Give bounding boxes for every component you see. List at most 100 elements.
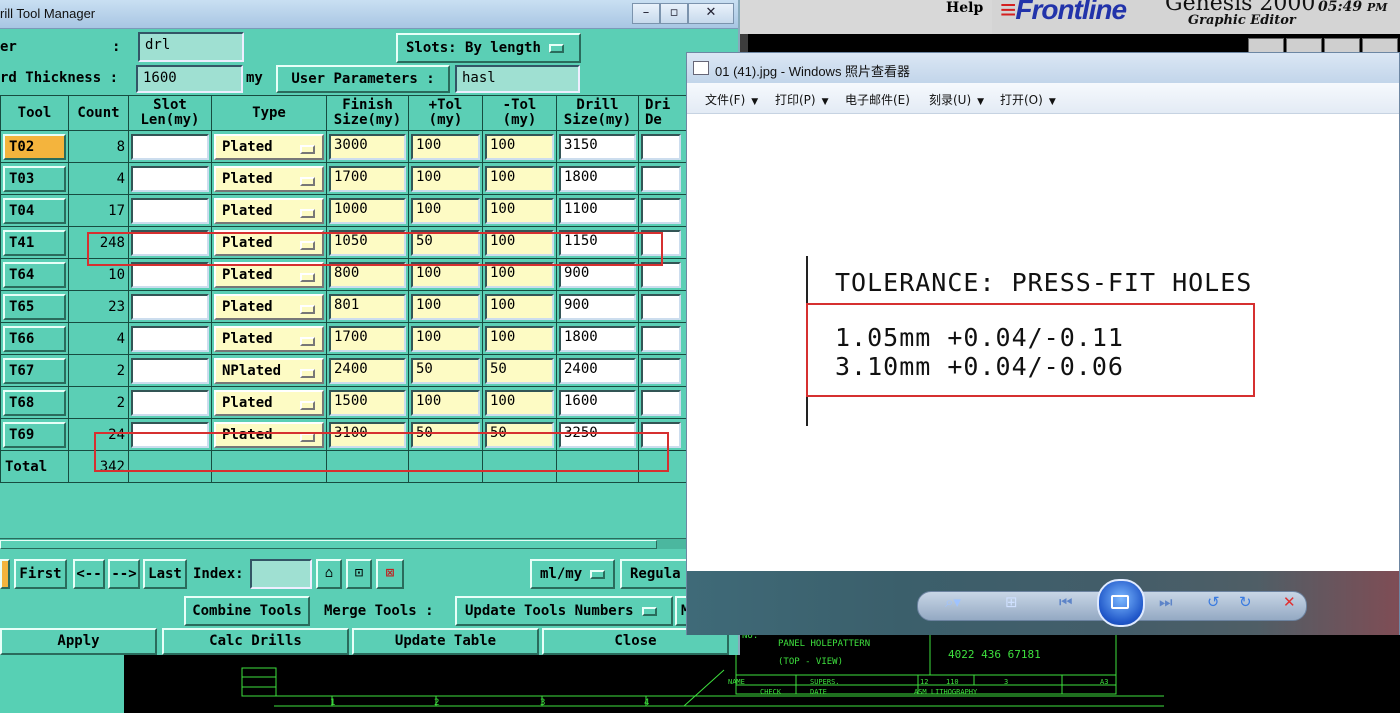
finish-size-input[interactable]: 1000 [329, 197, 406, 224]
slot-len-input[interactable] [131, 165, 209, 192]
slots-option[interactable]: Slots: By length [396, 33, 581, 63]
minimize-icon[interactable]: – [632, 3, 660, 24]
maximize-icon[interactable]: ▫ [660, 3, 688, 24]
minus-tol-input[interactable]: 50 [485, 421, 554, 448]
slot-len-input[interactable] [131, 421, 209, 448]
prev-button[interactable]: <-- [73, 559, 105, 589]
menu-print[interactable]: 打印(P) ▼ [775, 91, 829, 108]
slot-len-input[interactable] [131, 229, 209, 256]
menu-burn[interactable]: 刻录(U) ▼ [929, 91, 984, 108]
drill-depth-input[interactable] [641, 293, 681, 320]
tool-button[interactable]: T65 [3, 293, 66, 320]
plus-tol-input[interactable]: 100 [411, 293, 480, 320]
menu-open[interactable]: 打开(O) ▼ [1000, 91, 1056, 108]
finish-size-input[interactable]: 2400 [329, 357, 406, 384]
plus-tol-input[interactable]: 100 [411, 133, 480, 160]
slot-len-input[interactable] [131, 293, 209, 320]
slot-len-input[interactable] [131, 261, 209, 288]
calc-drills-button[interactable]: Calc Drills [162, 628, 349, 655]
plus-tol-input[interactable]: 100 [411, 261, 480, 288]
delete-icon[interactable]: ⊠ [376, 559, 404, 589]
drill-size-input[interactable]: 2400 [559, 357, 636, 384]
type-option[interactable]: Plated [214, 197, 324, 224]
first-button[interactable]: First [14, 559, 67, 589]
tool-button[interactable]: T04 [3, 197, 66, 224]
horizontal-scrollbar[interactable] [0, 538, 738, 549]
drill-depth-input[interactable] [641, 165, 681, 192]
layer-field[interactable]: drl [138, 32, 244, 62]
drill-size-input[interactable]: 3250 [559, 421, 636, 448]
slot-len-input[interactable] [131, 133, 209, 160]
close-icon[interactable]: ✕ [688, 3, 734, 24]
type-option[interactable]: Plated [214, 229, 324, 256]
minus-tol-input[interactable]: 100 [485, 293, 554, 320]
type-option[interactable]: Plated [214, 133, 324, 160]
finish-size-input[interactable]: 1700 [329, 165, 406, 192]
minus-tol-input[interactable]: 100 [485, 165, 554, 192]
plus-tol-input[interactable]: 50 [411, 357, 480, 384]
slot-len-input[interactable] [131, 389, 209, 416]
plus-tol-input[interactable]: 100 [411, 389, 480, 416]
select-icon[interactable]: ⊡ [346, 559, 372, 589]
combine-tools-button[interactable]: Combine Tools [184, 596, 310, 626]
minus-tol-input[interactable]: 100 [485, 229, 554, 256]
rotate-right-icon[interactable]: ↻ [1239, 593, 1252, 611]
delete-photo-icon[interactable]: ✕ [1283, 593, 1296, 611]
drill-size-input[interactable]: 1800 [559, 325, 636, 352]
finish-size-input[interactable]: 1700 [329, 325, 406, 352]
type-option[interactable]: Plated [214, 261, 324, 288]
type-option[interactable]: Plated [214, 389, 324, 416]
slot-len-input[interactable] [131, 197, 209, 224]
type-option[interactable]: Plated [214, 421, 324, 448]
minus-tol-input[interactable]: 100 [485, 133, 554, 160]
update-table-button[interactable]: Update Table [352, 628, 539, 655]
drill-size-input[interactable]: 900 [559, 293, 636, 320]
help-menu[interactable]: Help [946, 0, 983, 16]
tool-button[interactable]: T68 [3, 389, 66, 416]
finish-size-input[interactable]: 800 [329, 261, 406, 288]
previous-icon[interactable]: ⏮ [1059, 593, 1073, 611]
finish-size-input[interactable]: 3100 [329, 421, 406, 448]
bulb-icon[interactable]: ⌂ [316, 559, 342, 589]
next-icon[interactable]: ⏭ [1159, 593, 1173, 611]
tool-button[interactable]: T02 [3, 133, 66, 160]
apply-button[interactable]: Apply [0, 628, 157, 655]
minus-tol-input[interactable]: 50 [485, 357, 554, 384]
drill-depth-input[interactable] [641, 261, 681, 288]
plus-tol-input[interactable]: 100 [411, 197, 480, 224]
minus-tol-input[interactable]: 100 [485, 197, 554, 224]
drill-depth-input[interactable] [641, 389, 681, 416]
type-option[interactable]: Plated [214, 165, 324, 192]
tool-button[interactable]: T03 [3, 165, 66, 192]
index-field[interactable] [250, 559, 312, 589]
rotate-left-icon[interactable]: ↺ [1207, 593, 1220, 611]
update-tools-numbers-option[interactable]: Update Tools Numbers [455, 596, 673, 626]
type-option[interactable]: Plated [214, 325, 324, 352]
drill-depth-input[interactable] [641, 197, 681, 224]
tool-button[interactable]: T41 [3, 229, 66, 256]
drill-depth-input[interactable] [641, 133, 681, 160]
drill-size-input[interactable]: 900 [559, 261, 636, 288]
drill-depth-input[interactable] [641, 229, 681, 256]
drill-size-input[interactable]: 1100 [559, 197, 636, 224]
finish-size-input[interactable]: 3000 [329, 133, 406, 160]
board-thickness-field[interactable]: 1600 [136, 65, 243, 93]
menu-email[interactable]: 电子邮件(E) [845, 91, 910, 108]
slot-len-input[interactable] [131, 325, 209, 352]
finish-size-input[interactable]: 801 [329, 293, 406, 320]
actual-size-icon[interactable]: ⊞ [1005, 593, 1018, 611]
minus-tol-input[interactable]: 100 [485, 261, 554, 288]
next-button[interactable]: --> [108, 559, 140, 589]
minus-tol-input[interactable]: 100 [485, 325, 554, 352]
dtm-title-bar[interactable]: rill Tool Manager – ▫ ✕ [0, 0, 738, 29]
type-option[interactable]: NPlated [214, 357, 324, 384]
tool-button[interactable]: T67 [3, 357, 66, 384]
plus-tol-input[interactable]: 100 [411, 325, 480, 352]
viewer-title-bar[interactable]: 01 (41).jpg - Windows 照片查看器 [687, 53, 1399, 83]
plus-tol-input[interactable]: 50 [411, 229, 480, 256]
scrollbar-thumb[interactable] [0, 540, 657, 549]
zoom-icon[interactable]: ⌕▾ [945, 593, 961, 611]
drill-size-input[interactable]: 1600 [559, 389, 636, 416]
drill-depth-input[interactable] [641, 357, 681, 384]
menu-file[interactable]: 文件(F) ▼ [705, 91, 758, 108]
